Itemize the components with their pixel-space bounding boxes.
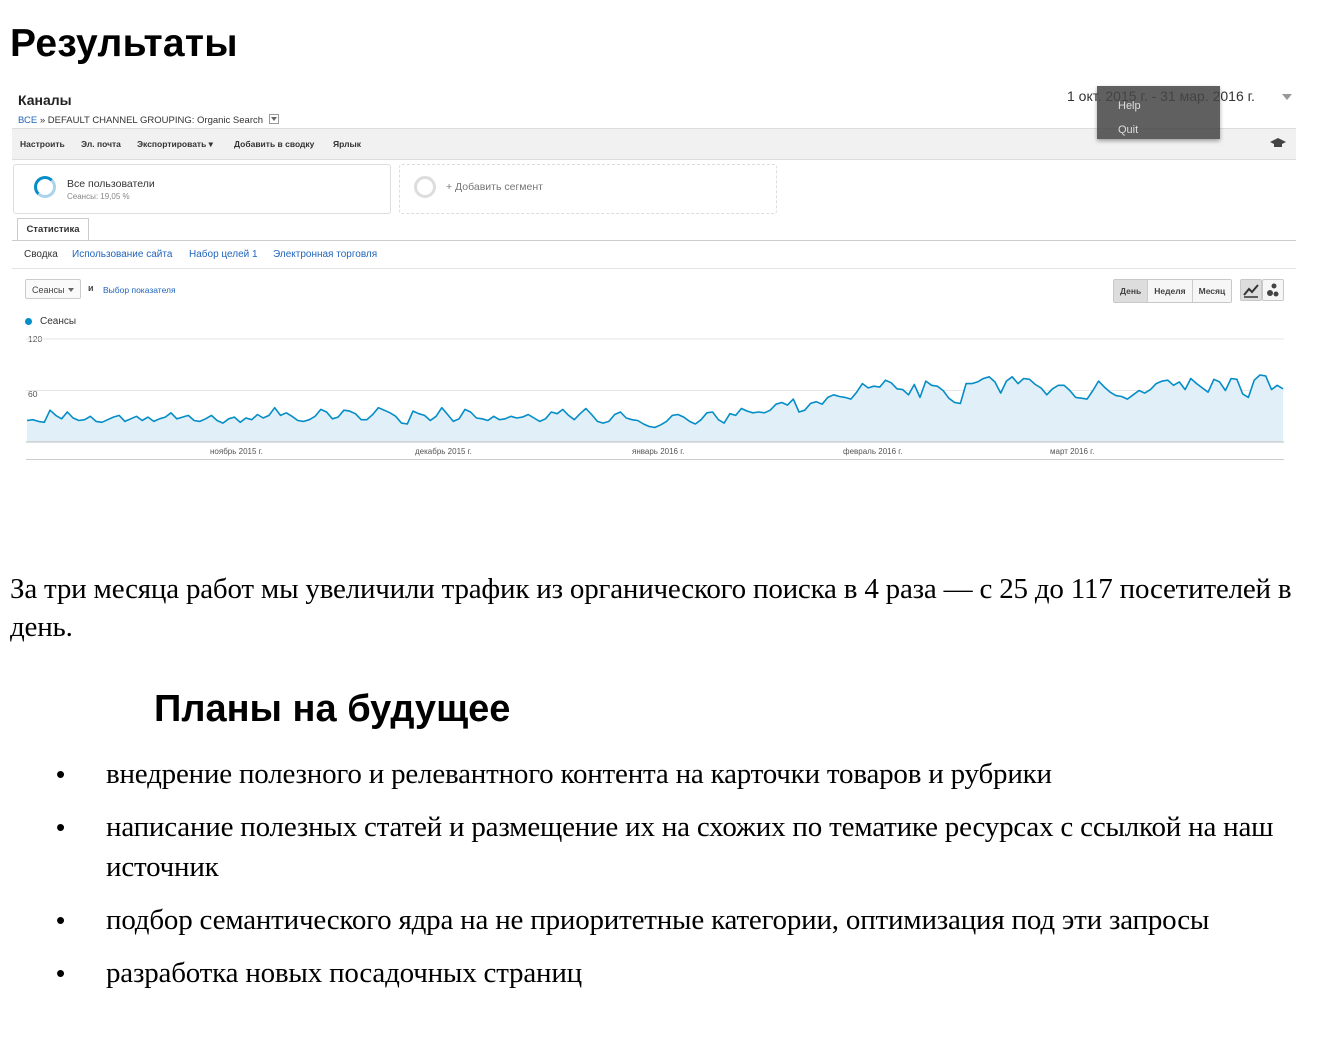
report-title: Каналы <box>18 92 72 108</box>
plans-list-item: внедрение полезного и релевантного конте… <box>56 754 1306 794</box>
toolbar-add-dashboard-button[interactable]: Добавить в сводку <box>234 139 314 149</box>
breadcrumb: ВСЕ » DEFAULT CHANNEL GROUPING: Organic … <box>18 114 279 126</box>
context-menu: Help Quit <box>1097 86 1220 139</box>
add-segment-card[interactable]: + Добавить сегмент <box>399 164 777 214</box>
x-tick-label-feb: февраль 2016 г. <box>843 447 903 456</box>
period-button-group: День Неделя Месяц <box>1113 279 1233 303</box>
period-day-button[interactable]: День <box>1114 280 1148 302</box>
plans-list-item: написание полезных статей и размещение и… <box>56 807 1306 887</box>
metric-and-label: и <box>88 283 94 293</box>
subnav-ecommerce[interactable]: Электронная торговля <box>273 249 377 260</box>
toolbar-shortcut-button[interactable]: Ярлык <box>333 139 361 149</box>
bubble-chart-icon <box>1267 283 1279 297</box>
x-tick-label-dec: декабрь 2015 г. <box>415 447 472 456</box>
breadcrumb-all-link[interactable]: ВСЕ <box>18 115 37 126</box>
line-chart-toggle[interactable] <box>1240 279 1262 301</box>
toolbar-email-button[interactable]: Эл. почта <box>81 139 121 149</box>
x-tick-label-nov: ноябрь 2015 г. <box>210 447 263 456</box>
subnav-divider <box>12 268 1296 269</box>
tab-divider <box>12 240 1296 241</box>
x-tick-label-mar: март 2016 г. <box>1050 447 1095 456</box>
legend-label: Сеансы <box>40 316 77 327</box>
grouping-dropdown-icon[interactable] <box>268 114 279 125</box>
sessions-chart <box>26 338 1284 443</box>
legend-marker <box>25 318 32 325</box>
page-title: Результаты <box>10 22 238 65</box>
menu-item-quit[interactable]: Quit <box>1118 124 1138 136</box>
segment-card-all-users[interactable]: Все пользователи Сеансы: 19,05 % <box>13 164 391 214</box>
breadcrumb-grouping: DEFAULT CHANNEL GROUPING: <box>47 115 195 126</box>
tab-statistics[interactable]: Статистика <box>17 218 89 241</box>
results-paragraph: За три месяца работ мы увеличили трафик … <box>10 573 1292 643</box>
chart-bottom-border <box>26 459 1284 460</box>
subnav-site-usage[interactable]: Использование сайта <box>72 249 172 260</box>
menu-item-help[interactable]: Help <box>1118 100 1141 112</box>
graduation-cap-icon[interactable] <box>1270 138 1286 148</box>
period-week-button[interactable]: Неделя <box>1147 280 1192 302</box>
add-segment-label: + Добавить сегмент <box>446 181 543 193</box>
x-tick-label-jan: январь 2016 г. <box>632 447 685 456</box>
line-chart-icon <box>1243 284 1259 298</box>
segment-ring-icon <box>34 176 56 198</box>
metric-dropdown[interactable]: Сеансы <box>25 279 81 299</box>
breadcrumb-value: Organic Search <box>197 115 264 126</box>
segment-sessions-share: Сеансы: 19,05 % <box>67 192 130 201</box>
segment-name: Все пользователи <box>67 178 155 190</box>
toolbar-customize-button[interactable]: Настроить <box>20 139 65 149</box>
motion-chart-toggle[interactable] <box>1262 279 1284 301</box>
toolbar-export-button[interactable]: Экспортировать ▾ <box>137 139 213 150</box>
plans-list-item: подбор семантического ядра на не приорит… <box>56 900 1306 940</box>
date-range-caret-icon[interactable] <box>1282 94 1292 105</box>
subnav-summary[interactable]: Сводка <box>24 249 58 260</box>
subnav-goal-set[interactable]: Набор целей 1 <box>189 249 258 260</box>
period-month-button[interactable]: Месяц <box>1191 280 1232 302</box>
plans-list-item: разработка новых посадочных страниц <box>56 953 1306 993</box>
sessions-area-fill <box>27 375 1283 442</box>
plans-list: внедрение полезного и релевантного конте… <box>56 754 1306 1006</box>
breadcrumb-separator: » <box>39 115 46 126</box>
empty-segment-ring-icon <box>414 176 436 198</box>
analytics-screenshot: Каналы ВСЕ » DEFAULT CHANNEL GROUPING: O… <box>12 84 1296 468</box>
choose-metric-link[interactable]: Выбор показателя <box>103 285 176 295</box>
plans-title: Планы на будущее <box>154 688 511 730</box>
